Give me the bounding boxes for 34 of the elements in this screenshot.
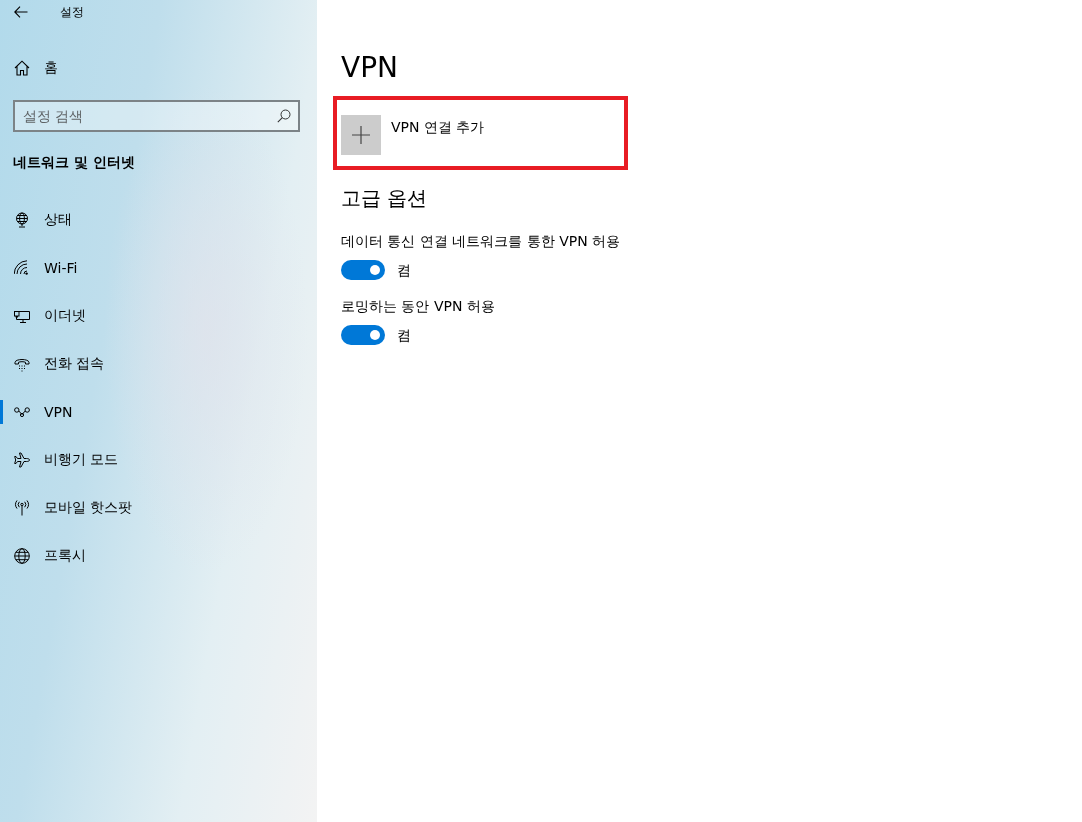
section-heading: 고급 옵션 xyxy=(341,185,429,212)
wifi-icon xyxy=(14,260,30,276)
arrow-left-icon xyxy=(14,6,28,18)
search-icon xyxy=(277,109,291,123)
antenna-icon xyxy=(14,500,30,516)
toggle-switch[interactable] xyxy=(341,325,385,345)
window-title: 설정 xyxy=(60,3,84,21)
airplane-icon xyxy=(14,452,30,468)
option-label: 데이터 통신 연결 네트워크를 통한 VPN 허용 xyxy=(341,232,622,251)
plus-tile-icon xyxy=(341,115,381,155)
toggle-state-label: 켬 xyxy=(397,326,411,345)
connected-circles-icon xyxy=(14,407,30,417)
nav-item[interactable]: 프록시 xyxy=(0,532,317,580)
toggle-state-label: 켬 xyxy=(397,261,411,280)
nav-item[interactable]: 상태 xyxy=(0,196,317,244)
page-title: VPN xyxy=(341,50,399,86)
nav-item[interactable]: 모바일 핫스팟 xyxy=(0,484,317,532)
search-field[interactable]: 설정 검색 xyxy=(13,100,300,132)
nav-item[interactable]: 비행기 모드 xyxy=(0,436,317,484)
nav-item[interactable]: Wi-Fi xyxy=(0,244,317,292)
add-vpn-connection-button[interactable]: VPN 연결 추가 xyxy=(341,115,485,155)
sidebar-section-heading: 네트워크 및 인터넷 xyxy=(13,153,136,172)
nav-item[interactable]: VPN xyxy=(0,388,317,436)
option-label: 로밍하는 동안 VPN 허용 xyxy=(341,297,496,316)
phone-icon xyxy=(14,356,30,372)
toggle-switch[interactable] xyxy=(341,260,385,280)
nav-item[interactable]: 전화 접속 xyxy=(0,340,317,388)
house-icon xyxy=(14,60,30,76)
globe-monitor-icon xyxy=(14,212,30,228)
back-button[interactable] xyxy=(14,6,28,18)
ethernet-monitor-icon xyxy=(14,308,30,324)
globe-icon xyxy=(14,548,30,564)
home-nav-item[interactable]: 홈 xyxy=(0,44,317,92)
nav-item[interactable]: 이더넷 xyxy=(0,292,317,340)
